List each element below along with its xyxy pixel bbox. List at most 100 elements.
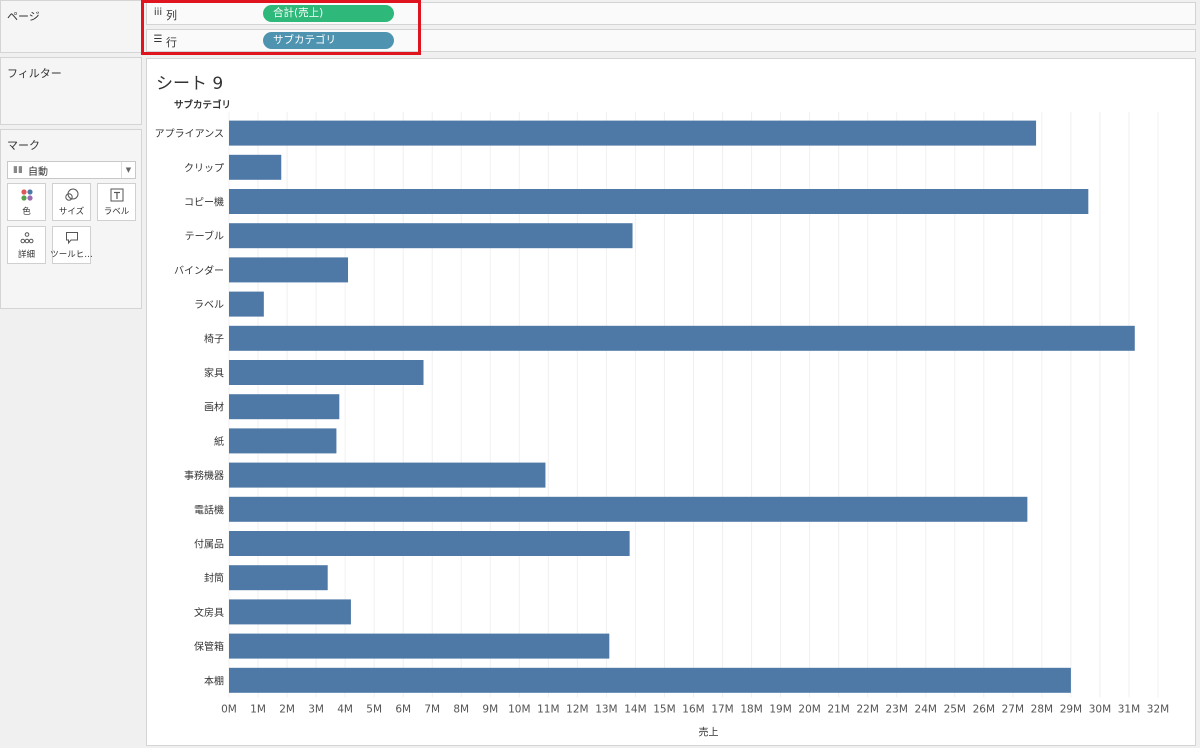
x-tick-label: 32M xyxy=(1147,703,1169,715)
bar[interactable] xyxy=(229,496,1028,522)
x-tick-label: 22M xyxy=(856,703,878,715)
category-label: アプライアンス xyxy=(155,128,224,140)
x-tick-label: 15M xyxy=(653,703,675,715)
category-label: 保管箱 xyxy=(194,640,224,653)
category-label: 封筒 xyxy=(204,572,224,585)
rows-icon: ☰ xyxy=(153,34,163,45)
bar[interactable] xyxy=(229,223,633,249)
mark-type-value: 自動 xyxy=(28,166,48,178)
size-button[interactable]: サイズ xyxy=(52,183,91,221)
bar[interactable] xyxy=(229,531,630,556)
category-label: 本棚 xyxy=(204,674,224,687)
category-label: 電話機 xyxy=(194,503,224,516)
label-label: ラベル xyxy=(103,206,130,217)
category-label: コピー機 xyxy=(184,196,224,209)
x-tick-label: 21M xyxy=(827,703,849,715)
color-button[interactable]: 色 xyxy=(7,183,46,221)
bar[interactable] xyxy=(229,154,282,180)
worksheet[interactable]: アプライアンス クリップ コピー機 テーブル バインダー ラベル 椅子 家具 画材紙事務機器 電話… xyxy=(146,58,1196,746)
filters-panel[interactable]: フィルター xyxy=(0,57,142,125)
bar[interactable] xyxy=(229,325,1135,351)
category-label: 画材 xyxy=(204,401,224,414)
x-tick-label: 29M xyxy=(1060,703,1082,715)
chevron-down-icon[interactable]: ▼ xyxy=(121,162,135,178)
rows-shelf-label: 行 xyxy=(166,36,177,49)
category-label: 付属品 xyxy=(194,538,224,551)
x-tick-label: 7M xyxy=(424,703,440,715)
bar[interactable] xyxy=(229,599,351,625)
row-header-subcategory: サブカテゴリ xyxy=(174,100,232,111)
size-icon xyxy=(64,188,78,201)
marks-title: マーク xyxy=(7,139,40,152)
bar[interactable] xyxy=(229,428,337,454)
rows-shelf[interactable]: ☰ 行 サブカテゴリ xyxy=(146,29,1196,52)
color-dots-icon xyxy=(20,188,33,201)
category-label: 文房具 xyxy=(194,606,224,619)
detail-button[interactable]: 詳細 xyxy=(7,226,46,264)
x-tick-label: 19M xyxy=(769,703,791,715)
x-tick-label: 12M xyxy=(566,703,588,715)
x-tick-label: 31M xyxy=(1118,703,1140,715)
bar[interactable] xyxy=(229,257,349,283)
bar[interactable] xyxy=(229,394,340,420)
x-tick-label: 13M xyxy=(595,703,617,715)
detail-label: 詳細 xyxy=(17,249,35,260)
filters-title: フィルター xyxy=(7,67,62,80)
x-tick-label: 1M xyxy=(250,703,266,715)
tableau-workspace: ページ フィルター マーク ▮▮ 自動 ▼ 色 サイズ ラベル 詳細 ツールヒ…… xyxy=(0,0,1200,748)
category-label: クリップ xyxy=(184,162,224,174)
category-label: 事務機器 xyxy=(184,469,224,482)
sum-sales-pill[interactable]: 合計(売上) xyxy=(263,5,394,22)
x-tick-label: 0M xyxy=(221,703,237,715)
x-tick-label: 25M xyxy=(944,703,966,715)
bar-chart[interactable]: アプライアンスクリップコピー機テーブルバインダーラベル椅子家具画材紙事務機器電話… xyxy=(147,59,1195,745)
tooltip-icon xyxy=(65,231,78,244)
columns-shelf[interactable]: iii 列 合計(売上) xyxy=(146,2,1196,25)
label-icon xyxy=(110,188,123,201)
x-tick-label: 28M xyxy=(1031,703,1053,715)
bar-chart-icon: ▮▮ xyxy=(13,165,23,175)
x-tick-label: 26M xyxy=(973,703,995,715)
bar[interactable] xyxy=(229,360,424,385)
x-axis-title: 売上 xyxy=(699,725,719,738)
x-tick-label: 24M xyxy=(915,703,937,715)
x-tick-label: 9M xyxy=(482,703,498,715)
category-label: ラベル xyxy=(194,299,224,311)
bar[interactable] xyxy=(229,633,610,659)
subcategory-pill[interactable]: サブカテゴリ xyxy=(263,32,394,49)
bar[interactable] xyxy=(229,565,328,591)
tooltip-button[interactable]: ツールヒ… xyxy=(50,226,93,264)
bar[interactable] xyxy=(229,667,1071,693)
bar[interactable] xyxy=(229,291,264,317)
bar[interactable] xyxy=(229,120,1037,146)
x-tick-label: 18M xyxy=(740,703,762,715)
x-tick-label: 5M xyxy=(366,703,382,715)
x-tick-label: 20M xyxy=(798,703,820,715)
mark-type-dropdown[interactable]: ▮▮ 自動 ▼ xyxy=(7,161,136,179)
x-tick-label: 8M xyxy=(453,703,469,715)
category-label: 家具 xyxy=(204,367,224,380)
detail-icon xyxy=(20,231,33,243)
sheet-title: シート 9 xyxy=(156,74,224,94)
x-tick-label: 27M xyxy=(1002,703,1024,715)
x-tick-label: 2M xyxy=(279,703,295,715)
x-tick-label: 30M xyxy=(1089,703,1111,715)
columns-shelf-label: 列 xyxy=(166,9,177,22)
label-button[interactable]: ラベル xyxy=(97,183,136,221)
pages-panel[interactable]: ページ xyxy=(0,0,142,53)
x-tick-label: 11M xyxy=(537,703,559,715)
bar[interactable] xyxy=(229,462,546,488)
bar[interactable] xyxy=(229,189,1089,214)
x-tick-label: 17M xyxy=(711,703,733,715)
category-label: バインダー xyxy=(174,264,224,277)
x-tick-label: 4M xyxy=(337,703,353,715)
x-tick-label: 6M xyxy=(395,703,411,715)
x-tick-label: 3M xyxy=(308,703,324,715)
tooltip-label: ツールヒ… xyxy=(50,249,93,260)
category-label: 紙 xyxy=(214,435,224,448)
size-label: サイズ xyxy=(58,206,85,217)
x-tick-label: 10M xyxy=(508,703,530,715)
category-label: テーブル xyxy=(185,230,224,243)
x-tick-label: 16M xyxy=(682,703,704,715)
x-tick-label: 23M xyxy=(886,703,908,715)
